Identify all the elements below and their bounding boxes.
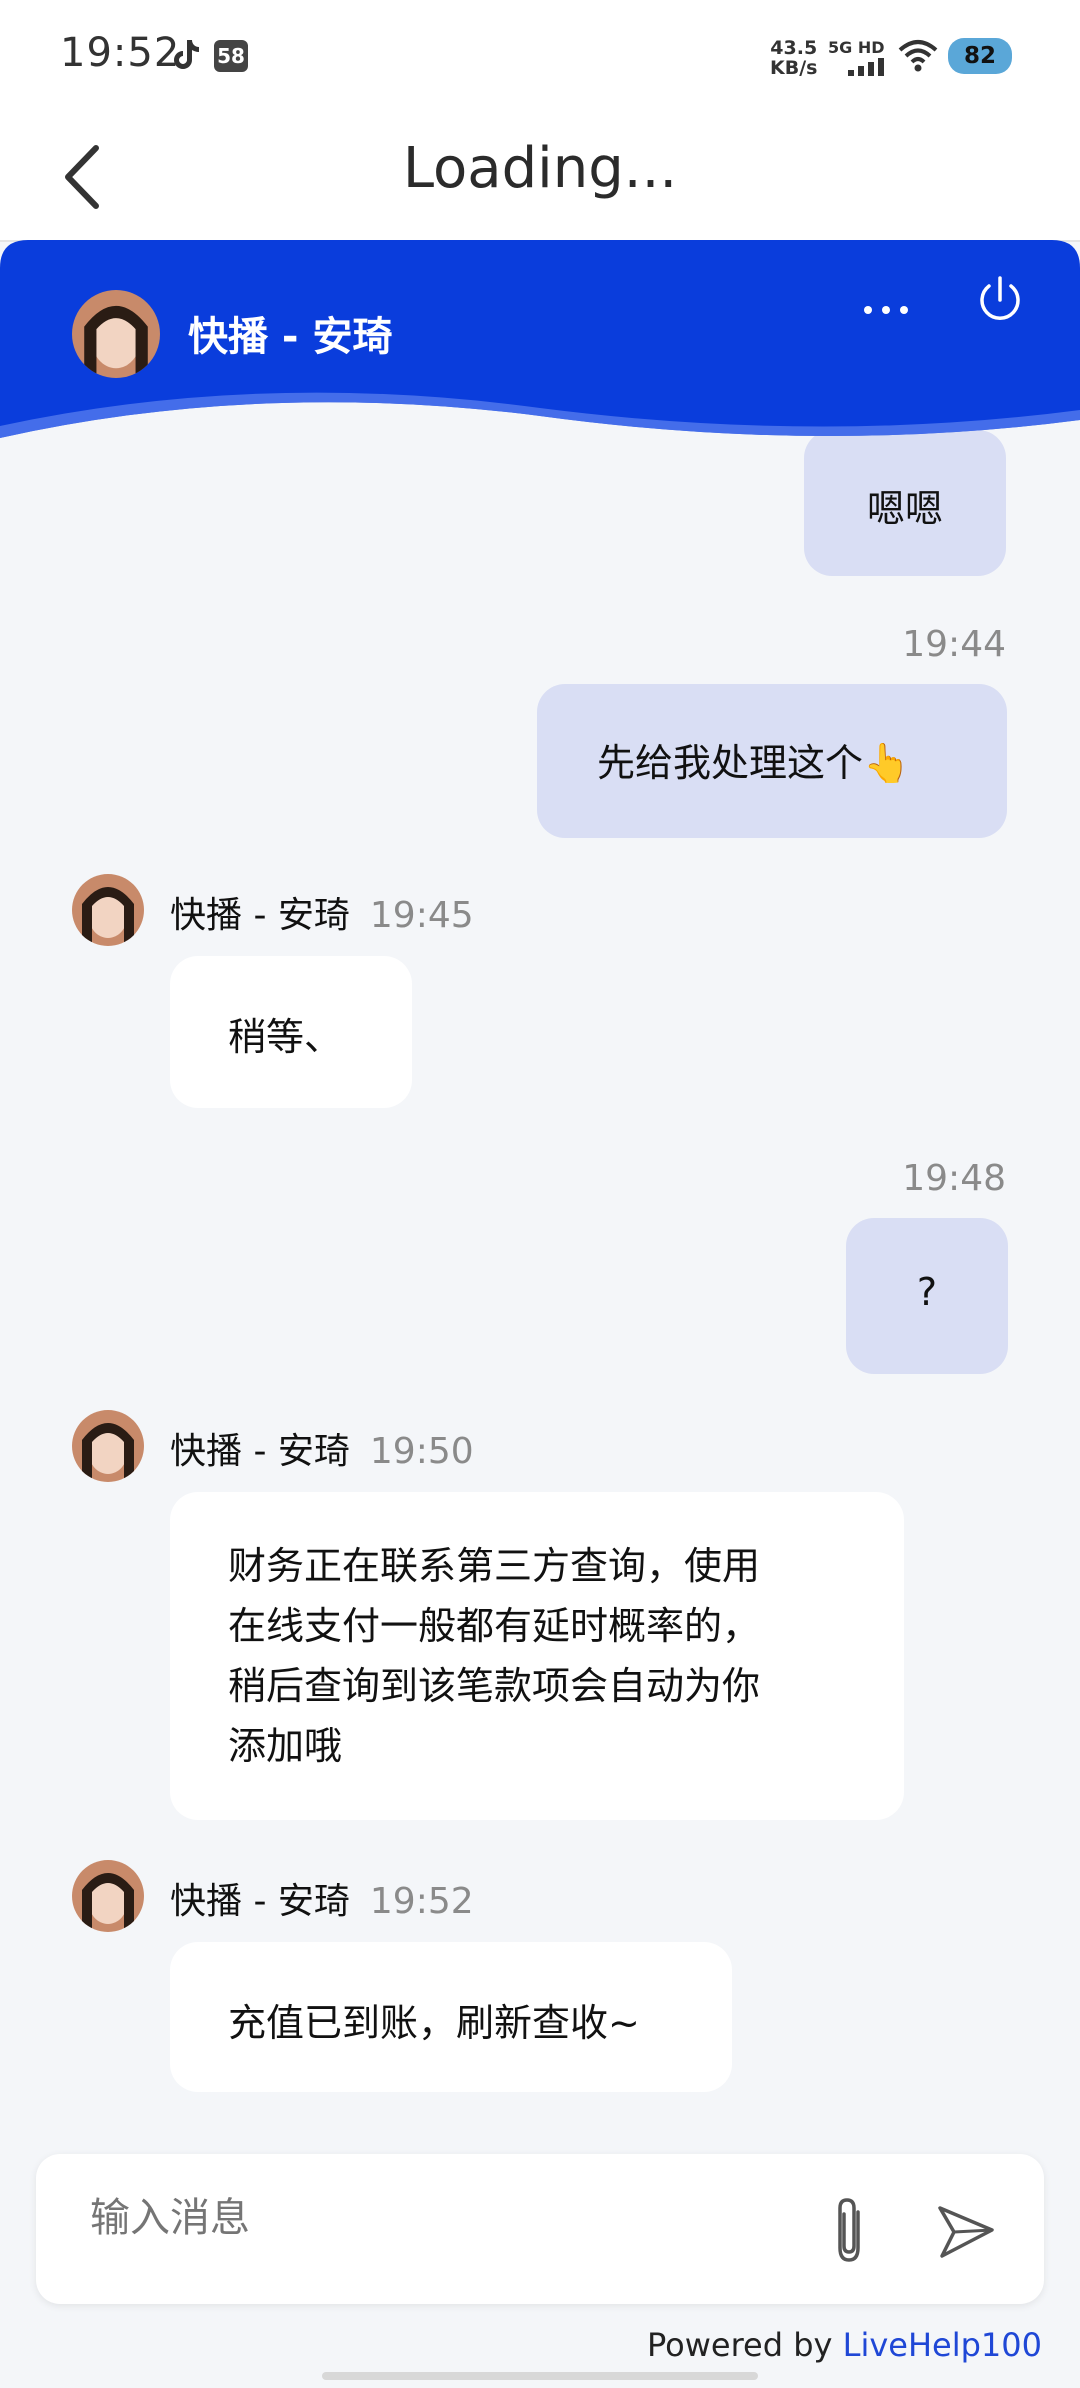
message-timestamp: 19:45 [369,895,474,936]
message-timestamp: 19:44 [902,624,1006,665]
livehelp-link[interactable]: LiveHelp100 [843,2326,1042,2364]
signal-icon [848,58,884,76]
sender-name: 快播 - 安琦 [170,1431,350,1472]
message-bubble-outgoing: 先给我处理这个👆 [537,684,1007,838]
message-bubble-incoming: 充值已到账，刷新查收~ [170,1942,732,2092]
tiktok-icon [174,40,199,69]
sender-line: 快播 - 安琦 19:45 [170,886,474,938]
message-bubble-outgoing: ? [846,1218,1008,1374]
message-timestamp: 19:50 [369,1431,474,1472]
header-wave-background [0,240,1080,438]
status-bar: 19:52 58 43.5 KB/s 5G HD 82 [0,0,1080,116]
message-input[interactable] [88,2194,792,2242]
message-input-bar [36,2154,1044,2304]
agent-name: 快播 - 安琦 [188,314,393,360]
notification-badge: 58 [214,40,248,72]
sender-name: 快播 - 安琦 [170,1881,350,1922]
sender-line: 快播 - 安琦 19:50 [170,1422,474,1474]
network-type: 5G HD [828,38,885,57]
power-icon[interactable] [972,272,1028,328]
message-timestamp: 19:52 [369,1881,474,1922]
home-indicator[interactable] [322,2372,758,2380]
agent-avatar [72,874,144,946]
powered-by-footer: Powered by LiveHelp100 [646,2326,1042,2364]
status-time: 19:52 [60,30,181,76]
page-title: Loading... [402,136,678,201]
send-icon[interactable] [936,2200,996,2262]
paperclip-icon[interactable] [822,2194,876,2266]
agent-avatar [72,1410,144,1482]
message-bubble-incoming: 稍等、 [170,956,412,1108]
more-options-icon[interactable] [858,290,914,330]
network-speed: 43.5 KB/s [770,37,818,79]
top-navigation-bar: Loading... [0,116,1080,242]
message-bubble-outgoing: 嗯嗯 [804,430,1006,576]
battery-indicator: 82 [948,38,1012,74]
agent-avatar [72,1860,144,1932]
sender-line: 快播 - 安琦 19:52 [170,1872,474,1924]
message-bubble-incoming: 财务正在联系第三方查询，使用 在线支付一般都有延时概率的， 稍后查询到该笔款项会… [170,1492,904,1820]
agent-avatar [72,290,160,378]
chat-header: 快播 - 安琦 [0,240,1080,450]
message-timestamp: 19:48 [902,1158,1006,1199]
wifi-icon [898,40,938,72]
sender-name: 快播 - 安琦 [170,895,350,936]
